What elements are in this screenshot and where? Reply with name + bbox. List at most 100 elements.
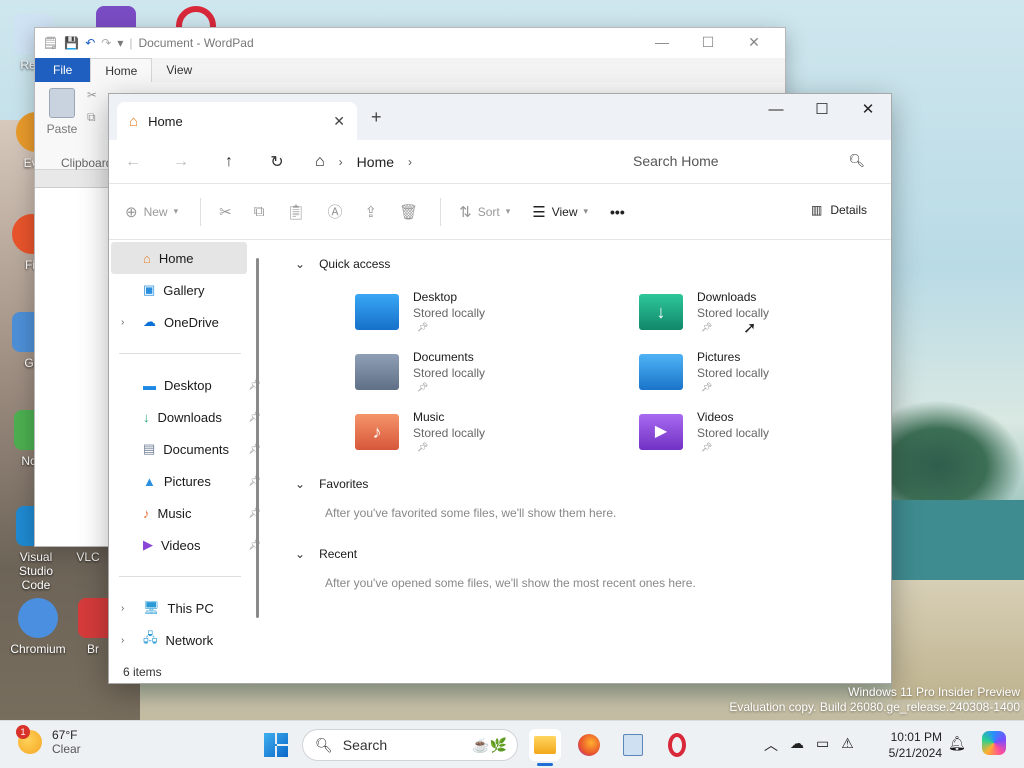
divider bbox=[440, 197, 442, 226]
copilot-icon[interactable] bbox=[982, 731, 1006, 755]
section-recent[interactable]: ⌄ Recent bbox=[295, 544, 891, 564]
active-app-indicator bbox=[537, 763, 553, 766]
nav-item-label: Music bbox=[157, 505, 192, 521]
details-label: Details bbox=[830, 203, 867, 217]
notification-bell-icon[interactable]: 🔔︎ bbox=[948, 735, 966, 752]
maximize-icon[interactable]: ☐ bbox=[799, 94, 845, 124]
nav-item-documents[interactable]: ▤ Documents 📌︎ bbox=[109, 433, 263, 465]
share-button[interactable]: ⇪ bbox=[364, 203, 377, 221]
network-off-icon[interactable]: ⚠ bbox=[841, 735, 854, 755]
search-box[interactable]: Search Home 🔍︎ bbox=[619, 144, 879, 178]
view-button[interactable]: ☰ View ▾ bbox=[532, 203, 588, 221]
nav-scrollbar[interactable] bbox=[256, 258, 259, 618]
search-input[interactable]: Search Home bbox=[633, 153, 719, 169]
nav-item-onedrive[interactable]: › ☁ OneDrive bbox=[109, 306, 263, 338]
tab-home[interactable]: ⌂ Home ✕ bbox=[117, 102, 357, 140]
paste-button[interactable]: 📋︎ bbox=[286, 203, 305, 221]
wordpad-document-area[interactable] bbox=[35, 198, 109, 546]
quick-access-pictures[interactable]: Pictures Stored locally 📌︎ bbox=[639, 350, 879, 406]
taskbar-wordpad[interactable] bbox=[617, 729, 649, 761]
nav-item-this-pc[interactable]: › 🖥︎ This PC bbox=[109, 592, 263, 624]
close-icon[interactable]: ✕ bbox=[731, 34, 777, 51]
nav-item-videos[interactable]: ▶ Videos 📌︎ bbox=[109, 529, 263, 561]
cut-button[interactable]: ✂ bbox=[219, 203, 232, 221]
taskbar-file-explorer[interactable] bbox=[529, 729, 561, 761]
nav-item-gallery[interactable]: ▣ Gallery bbox=[109, 274, 263, 306]
chevron-down-icon: ▾ bbox=[173, 206, 179, 216]
new-button[interactable]: ⊕ New ▾ bbox=[125, 203, 178, 221]
display-icon[interactable]: ▭ bbox=[816, 735, 829, 755]
item-location: Stored locally bbox=[413, 426, 486, 440]
rename-button[interactable]: Ⓐ bbox=[327, 201, 342, 222]
sort-button[interactable]: ⇅ Sort ▾ bbox=[459, 203, 510, 221]
quick-access-downloads[interactable]: ↓ Downloads Stored locally 📌︎ bbox=[639, 290, 879, 346]
desktop-icon-brave[interactable]: Br bbox=[78, 598, 108, 656]
delete-button[interactable]: 🗑︎ bbox=[399, 203, 418, 221]
search-icon[interactable]: 🔍︎ bbox=[848, 153, 865, 169]
quick-access-videos[interactable]: ▶ Videos Stored locally 📌︎ bbox=[639, 410, 879, 466]
close-icon[interactable]: ✕ bbox=[845, 94, 891, 124]
more-options-button[interactable]: ••• bbox=[610, 204, 625, 220]
taskbar: 1 67°F Clear 🔍︎ Search ☕🌿 ︿ ☁ ▭ ⚠ 10:01 … bbox=[0, 720, 1024, 768]
chevron-down-icon[interactable]: ⌄ bbox=[295, 547, 305, 561]
explorer-window-controls: — ☐ ✕ bbox=[753, 94, 891, 124]
section-quick-access[interactable]: ⌄ Quick access bbox=[295, 254, 891, 274]
paste-button[interactable]: Paste bbox=[45, 88, 79, 136]
start-button[interactable] bbox=[264, 733, 288, 757]
trash-icon: 🗑︎ bbox=[399, 203, 419, 221]
nav-item-downloads[interactable]: ↓ Downloads 📌︎ bbox=[109, 401, 263, 433]
refresh-icon[interactable]: ↻ bbox=[253, 152, 301, 172]
weather-widget[interactable]: 1 67°F Clear bbox=[16, 725, 81, 756]
pictures-folder-icon bbox=[639, 354, 683, 390]
chevron-down-icon[interactable]: ⌄ bbox=[295, 257, 305, 271]
chevron-right-icon[interactable]: › bbox=[121, 635, 124, 646]
clock[interactable]: 10:01 PM 5/21/2024 bbox=[880, 729, 942, 761]
home-icon[interactable]: ⌂ bbox=[315, 153, 325, 171]
desktop-icon: ▬ bbox=[143, 377, 156, 393]
quick-access-desktop[interactable]: Desktop Stored locally 📌︎ bbox=[355, 290, 595, 346]
chevron-right-icon[interactable]: › bbox=[121, 317, 124, 328]
details-pane-button[interactable]: ▥ Details bbox=[811, 203, 867, 217]
nav-item-home[interactable]: ⌂ Home bbox=[111, 242, 247, 274]
nav-item-music[interactable]: ♪ Music 📌︎ bbox=[109, 497, 263, 529]
minimize-icon[interactable]: — bbox=[639, 34, 685, 51]
undo-icon[interactable]: ↶ bbox=[85, 36, 95, 50]
chevron-right-icon[interactable]: › bbox=[121, 603, 124, 614]
close-tab-icon[interactable]: ✕ bbox=[333, 113, 345, 130]
save-icon[interactable]: 💾 bbox=[64, 36, 79, 50]
tab-file[interactable]: File bbox=[35, 58, 91, 82]
section-favorites[interactable]: ⌄ Favorites bbox=[295, 474, 891, 494]
taskbar-firefox[interactable] bbox=[573, 729, 605, 761]
quick-access-music[interactable]: ♪ Music Stored locally 📌︎ bbox=[355, 410, 595, 466]
chevron-right-icon[interactable]: › bbox=[339, 155, 343, 169]
customize-qat-icon[interactable]: ▾ bbox=[117, 36, 123, 50]
chevron-up-icon[interactable]: ︿ bbox=[764, 735, 778, 755]
copy-icon[interactable]: ⧉ bbox=[87, 110, 96, 125]
copy-button[interactable]: ⧉ bbox=[254, 203, 265, 220]
tab-view[interactable]: View bbox=[152, 58, 206, 82]
desktop-icon-label: Visual Studio Code bbox=[18, 550, 54, 592]
desktop-icon-chromium[interactable]: Chromium bbox=[6, 598, 70, 656]
nav-item-pictures[interactable]: ▲ Pictures 📌︎ bbox=[109, 465, 263, 497]
new-tab-icon[interactable]: + bbox=[371, 107, 382, 128]
breadcrumb[interactable]: ⌂ › Home › bbox=[315, 153, 412, 171]
nav-item-desktop[interactable]: ▬ Desktop 📌︎ bbox=[109, 369, 263, 401]
file-explorer-window[interactable]: ⌂ Home ✕ + — ☐ ✕ ← → ↑ ↻ ⌂ › Home › Sear… bbox=[108, 93, 892, 684]
breadcrumb-home[interactable]: Home bbox=[357, 154, 394, 170]
quick-access-documents[interactable]: Documents Stored locally 📌︎ bbox=[355, 350, 595, 406]
back-icon[interactable]: ← bbox=[109, 153, 157, 171]
forward-icon[interactable]: → bbox=[157, 153, 205, 171]
up-icon[interactable]: ↑ bbox=[205, 153, 253, 171]
cut-icon[interactable]: ✂ bbox=[87, 88, 97, 102]
chevron-right-icon[interactable]: › bbox=[408, 155, 412, 169]
taskbar-search[interactable]: 🔍︎ Search ☕🌿 bbox=[302, 729, 518, 761]
onedrive-offline-icon[interactable]: ☁ bbox=[790, 735, 804, 755]
maximize-icon[interactable]: ☐ bbox=[685, 34, 731, 51]
tab-home[interactable]: Home bbox=[90, 58, 153, 82]
minimize-icon[interactable]: — bbox=[753, 94, 799, 124]
chevron-down-icon[interactable]: ⌄ bbox=[295, 477, 305, 491]
redo-icon[interactable]: ↷ bbox=[101, 36, 111, 50]
taskbar-opera[interactable] bbox=[661, 729, 693, 761]
nav-item-network[interactable]: › 🖧 Network bbox=[109, 624, 263, 656]
new-label: New bbox=[143, 204, 168, 219]
